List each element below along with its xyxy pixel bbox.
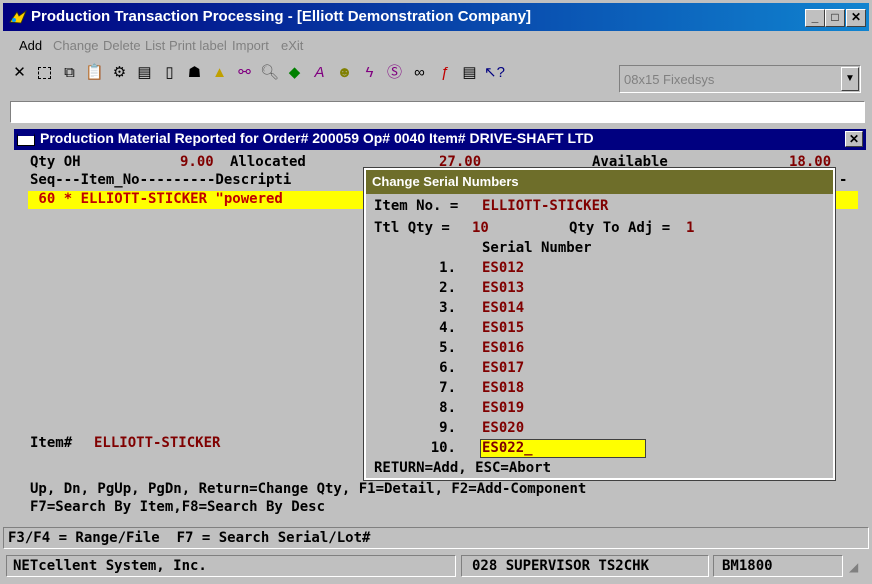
column-header: Seq---Item_No---------Descripti <box>30 172 292 188</box>
maximize-button[interactable]: □ <box>825 9 845 27</box>
serial-number[interactable]: ES016 <box>482 340 524 357</box>
dialog-footer: RETURN=Add, ESC=Abort <box>374 460 552 476</box>
help-cursor-icon[interactable]: ↖? <box>483 60 506 88</box>
settings-icon[interactable]: ⚙ <box>108 60 131 88</box>
minimize-button[interactable]: _ <box>805 9 825 27</box>
serial-number[interactable]: ES019 <box>482 400 524 417</box>
window-title: Production Transaction Processing - [Ell… <box>31 8 532 25</box>
help-line-1: Up, Dn, PgUp, PgDn, Return=Change Qty, F… <box>30 481 587 497</box>
serial-number[interactable]: ES014 <box>482 300 524 317</box>
status-user-text: 028 SUPERVISOR TS2CHK <box>472 558 650 574</box>
resize-grip-icon[interactable]: ◢ <box>849 560 858 574</box>
serial-number[interactable]: ES012 <box>482 260 524 277</box>
item-label: Item# <box>30 435 73 451</box>
serial-index: 3. <box>439 300 456 316</box>
lightning-icon[interactable]: ϟ <box>358 60 381 88</box>
status-company-text: NETcellent System, Inc. <box>13 558 207 574</box>
menu-import[interactable]: Import <box>232 38 269 53</box>
serial-index: 5. <box>439 340 456 356</box>
window-title-bar[interactable]: Production Transaction Processing - [Ell… <box>3 3 869 31</box>
note-icon[interactable]: ▯ <box>158 60 181 88</box>
serial-index: 6. <box>439 360 456 376</box>
chevron-down-icon[interactable]: ▼ <box>841 67 859 91</box>
change-serial-dialog: Change Serial Numbers Item No. = ELLIOTT… <box>363 167 836 481</box>
close-icon[interactable]: ✕ <box>8 60 31 88</box>
font-select[interactable]: 08x15 Fixedsys ▼ <box>619 65 861 93</box>
alert-icon[interactable]: ▲ <box>208 60 231 88</box>
serial-number-header: Serial Number <box>482 240 592 256</box>
dialog-item-value: ELLIOTT-STICKER <box>482 198 609 214</box>
serial-number[interactable]: ES013 <box>482 280 524 297</box>
app-icon <box>9 10 27 24</box>
qty-oh-value: 9.00 <box>180 154 214 170</box>
function-key-text: F3/F4 = Range/File F7 = Search Serial/Lo… <box>8 530 371 546</box>
menu-change[interactable]: Change <box>53 38 99 53</box>
menu-bar: Add Change Delete List Print label Impor… <box>3 34 869 56</box>
menu-print-label[interactable]: Print label <box>169 38 227 53</box>
serial-index: 7. <box>439 380 456 396</box>
status-user: 028 SUPERVISOR TS2CHK <box>461 555 709 577</box>
inner-window-title: Production Material Reported for Order# … <box>40 130 594 146</box>
select-icon[interactable] <box>33 60 56 88</box>
menu-exit[interactable]: eXit <box>281 38 303 53</box>
item-value: ELLIOTT-STICKER <box>94 435 221 451</box>
document-icon[interactable]: ▤ <box>458 60 481 88</box>
serial-index: 8. <box>439 400 456 416</box>
serial-number[interactable]: ES020 <box>482 420 524 437</box>
serial-number[interactable]: ES015 <box>482 320 524 337</box>
status-code-text: BM1800 <box>722 558 773 574</box>
ttl-qty-value: 10 <box>472 220 489 236</box>
qty-to-adj-value: 1 <box>686 220 695 236</box>
help-user-icon[interactable]: ☻ <box>333 60 356 88</box>
serial-index: 9. <box>439 420 456 436</box>
status-company: NETcellent System, Inc. <box>6 555 456 577</box>
help-line-2: F7=Search By Item,F8=Search By Desc <box>30 499 326 515</box>
font-icon[interactable]: A <box>308 60 331 88</box>
serial-index: 2. <box>439 280 456 296</box>
script-icon[interactable]: Ⓢ <box>383 60 406 88</box>
users-icon[interactable]: ☗ <box>183 60 206 88</box>
qty-oh-label: Qty OH <box>30 154 81 170</box>
copy-icon[interactable]: ⧉ <box>58 60 81 88</box>
link-icon[interactable]: ∞ <box>408 60 431 88</box>
status-code: BM1800 <box>713 555 843 577</box>
column-header-tail: - <box>839 172 848 188</box>
dialog-title-bar[interactable]: Change Serial Numbers <box>366 170 833 194</box>
dialog-item-label: Item No. = <box>374 198 459 214</box>
serial-number[interactable]: ES017 <box>482 360 524 377</box>
properties-icon[interactable]: ▤ <box>133 60 156 88</box>
paste-icon[interactable]: 📋 <box>83 60 106 88</box>
serial-index: 1. <box>439 260 456 276</box>
serial-number-input-text: ES022_ <box>482 440 533 456</box>
zoom-icon[interactable]: 🔍︎ <box>258 60 281 88</box>
serial-number[interactable]: ES018 <box>482 380 524 397</box>
command-field[interactable] <box>10 101 865 123</box>
selected-row-text: 60 * ELLIOTT-STICKER "powered <box>30 191 283 207</box>
inner-window-title-bar[interactable]: Production Material Reported for Order# … <box>14 129 866 150</box>
window-icon <box>17 133 35 146</box>
menu-list[interactable]: List <box>145 38 165 53</box>
function-key-line: F3/F4 = Range/File F7 = Search Serial/Lo… <box>3 527 869 549</box>
function-icon[interactable]: ƒ <box>433 60 456 88</box>
serial-list: 1. ES012 2. ES013 3. ES014 4. ES015 5. E… <box>366 260 826 460</box>
close-button[interactable]: ✕ <box>846 9 866 27</box>
allocated-label: Allocated <box>230 154 306 170</box>
font-select-value: 08x15 Fixedsys <box>624 72 715 87</box>
serial-index: 10. <box>430 440 456 456</box>
menu-add[interactable]: Add <box>19 38 42 53</box>
dialog-title: Change Serial Numbers <box>372 174 519 189</box>
status-bar: NETcellent System, Inc. 028 SUPERVISOR T… <box>3 552 869 580</box>
inner-close-button[interactable]: ✕ <box>845 131 863 147</box>
qty-to-adj-label: Qty To Adj = <box>569 220 671 236</box>
ttl-qty-label: Ttl Qty = <box>374 220 450 236</box>
serial-index: 4. <box>439 320 456 336</box>
find-icon[interactable]: ⚯ <box>233 60 256 88</box>
macro-icon[interactable]: ◆ <box>283 60 306 88</box>
menu-delete[interactable]: Delete <box>103 38 141 53</box>
